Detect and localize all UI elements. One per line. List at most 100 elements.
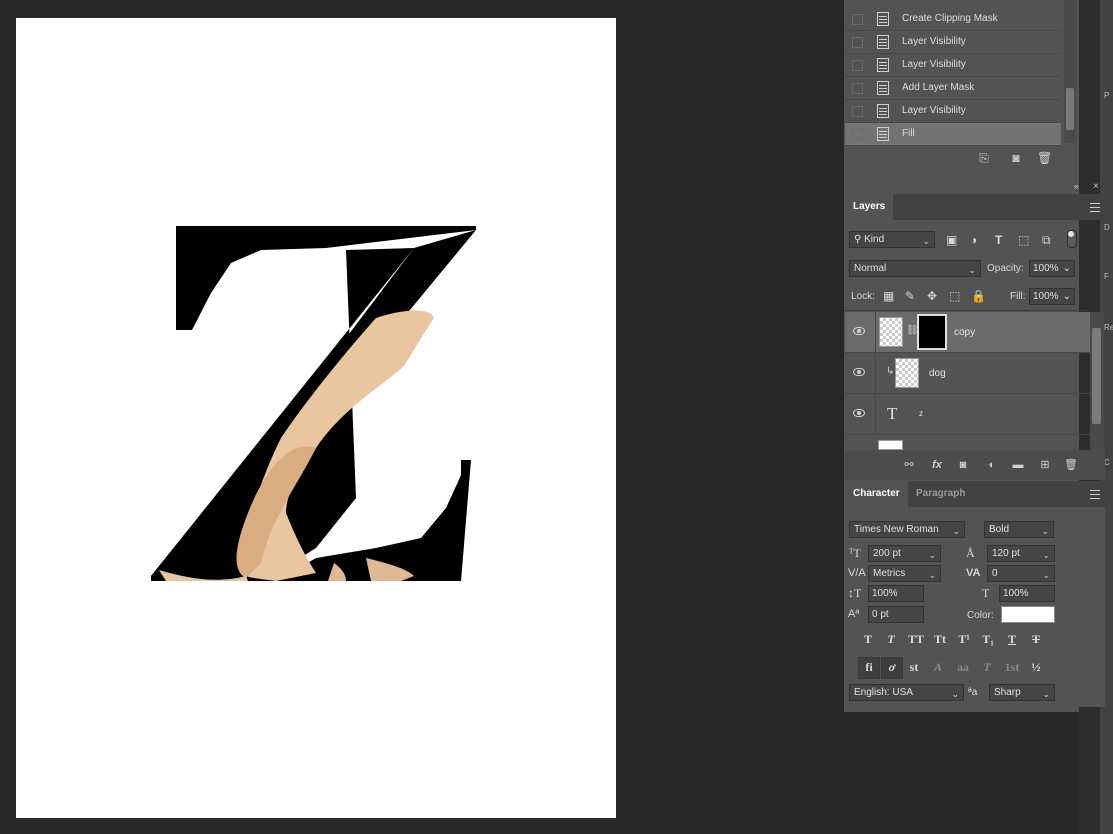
tab-character[interactable]: Character: [845, 481, 908, 507]
font-style-select[interactable]: Bold ⌄: [984, 521, 1054, 538]
collapse-icon[interactable]: «: [1074, 181, 1079, 191]
history-item-selected[interactable]: Fill: [845, 123, 1061, 146]
layer-row-z[interactable]: T z: [845, 394, 1090, 435]
anti-alias-select[interactable]: Sharp ⌄: [989, 684, 1055, 701]
tracking-field[interactable]: 0 ⌄: [987, 565, 1055, 582]
pixel-filter-icon[interactable]: ▣: [946, 233, 957, 247]
titling-alternates-button[interactable]: aa: [952, 658, 974, 676]
close-icon[interactable]: ×: [1093, 181, 1099, 192]
layer-filter-kind[interactable]: ⚲ Kind ⌄: [849, 231, 935, 248]
layer-mask-thumbnail[interactable]: [917, 314, 947, 350]
baseline-shift-field[interactable]: 0 pt: [868, 606, 924, 623]
adjustment-filter-icon[interactable]: ◑: [970, 233, 977, 247]
faux-italic-button[interactable]: T: [882, 630, 900, 648]
font-family-select[interactable]: Times New Roman ⌄: [849, 521, 965, 538]
document-canvas[interactable]: [16, 18, 616, 818]
chevron-down-icon: ⌄: [1041, 526, 1049, 536]
layer-thumbnail[interactable]: [895, 358, 919, 388]
tab-layers[interactable]: Layers: [845, 194, 894, 220]
layer-row-dog[interactable]: ↳ dog: [845, 353, 1090, 394]
font-size-field[interactable]: 200 pt ⌄: [868, 545, 941, 562]
panel-menu-icon[interactable]: [1090, 203, 1100, 212]
history-item[interactable]: Add Layer Mask: [845, 77, 1061, 100]
superscript-button[interactable]: T¹: [953, 630, 975, 648]
snapshot-camera-icon[interactable]: ◙: [1009, 151, 1023, 165]
kerning-select[interactable]: Metrics ⌄: [868, 565, 941, 582]
history-checkbox[interactable]: [852, 37, 863, 48]
ligatures-button[interactable]: fi: [858, 657, 880, 679]
horizontal-scale-icon: T: [982, 586, 990, 600]
add-mask-icon[interactable]: ◙: [956, 458, 970, 472]
history-item[interactable]: Layer Visibility: [845, 100, 1061, 123]
history-item[interactable]: Layer Visibility: [845, 54, 1061, 77]
language-select[interactable]: English: USA ⌄: [849, 684, 964, 701]
fill-field[interactable]: 100% ⌄: [1029, 288, 1075, 305]
layer-name[interactable]: dog: [929, 368, 946, 379]
artboard-lock-icon[interactable]: ⬚: [949, 289, 960, 303]
lock-all-icon[interactable]: 🔒: [971, 289, 986, 303]
group-folder-icon[interactable]: ▬: [1011, 458, 1025, 472]
history-checkbox[interactable]: [852, 60, 863, 71]
blend-mode-select[interactable]: Normal ⌄: [849, 260, 981, 277]
all-caps-button[interactable]: TT: [904, 630, 928, 648]
adjustment-layer-icon[interactable]: ◐: [985, 458, 999, 472]
swash-button[interactable]: A: [929, 658, 947, 676]
layer-thumbnail[interactable]: [879, 317, 903, 347]
fractions-button[interactable]: ½: [1027, 658, 1045, 676]
strikethrough-button[interactable]: T: [1027, 630, 1045, 648]
layer-name[interactable]: copy: [954, 327, 975, 338]
leading-field[interactable]: 120 pt ⌄: [987, 545, 1055, 562]
history-checkbox[interactable]: [852, 129, 863, 140]
ornaments-button[interactable]: T: [978, 658, 996, 676]
horizontal-scale-field[interactable]: 100%: [999, 585, 1055, 602]
tab-paragraph[interactable]: Paragraph: [910, 481, 971, 507]
new-document-from-state-icon[interactable]: ⎘: [977, 151, 991, 165]
trash-icon[interactable]: 🗑: [1064, 458, 1078, 472]
trash-icon[interactable]: 🗑: [1037, 151, 1052, 165]
subscript-button[interactable]: T₁: [977, 630, 999, 648]
chevron-down-icon: ⌄: [928, 550, 936, 560]
layer-row-copy[interactable]: ⛓ copy: [845, 312, 1090, 353]
history-checkbox[interactable]: [852, 83, 863, 94]
smart-object-filter-icon[interactable]: ⧉: [1042, 233, 1051, 247]
alternate-ligatures-button[interactable]: ơ: [881, 657, 903, 679]
opacity-field[interactable]: 100% ⌄: [1029, 260, 1075, 277]
layers-scroll-thumb[interactable]: [1092, 328, 1101, 424]
history-item[interactable]: Layer Visibility: [845, 31, 1061, 54]
dock-label: D: [1104, 223, 1110, 232]
layer-name[interactable]: z: [919, 409, 923, 418]
new-layer-icon[interactable]: ⊞: [1038, 458, 1052, 472]
underline-button[interactable]: T: [1003, 630, 1021, 648]
history-step-icon: [877, 58, 889, 72]
history-scroll-thumb[interactable]: [1066, 88, 1074, 130]
chevron-down-icon: ⌄: [1062, 291, 1071, 302]
kerning-icon: V/A: [848, 567, 866, 579]
lock-transparent-pixels-icon[interactable]: ▦: [883, 289, 894, 303]
small-caps-button[interactable]: Tt: [929, 630, 951, 648]
lock-position-icon[interactable]: ✥: [927, 289, 937, 303]
history-item[interactable]: Create Clipping Mask: [845, 8, 1061, 31]
text-color-swatch[interactable]: [1001, 606, 1055, 623]
type-filter-icon[interactable]: T: [995, 233, 1002, 247]
link-layers-icon[interactable]: ⚯: [902, 458, 916, 472]
divider: [875, 394, 876, 434]
dock-label: P: [1104, 91, 1110, 100]
eye-icon[interactable]: [853, 368, 865, 376]
history-checkbox[interactable]: [852, 14, 863, 25]
faux-bold-button[interactable]: T: [859, 630, 877, 648]
vertical-scale-field[interactable]: 100%: [868, 585, 924, 602]
history-checkbox[interactable]: [852, 106, 863, 117]
panel-menu-icon[interactable]: [1090, 490, 1100, 499]
background-layer-thumbnail[interactable]: [878, 440, 903, 450]
font-size-value: 200 pt: [873, 548, 901, 559]
horizontal-scale-value: 100%: [1003, 588, 1029, 599]
shape-filter-icon[interactable]: ⬚: [1018, 233, 1029, 247]
ordinals-button[interactable]: 1st: [1001, 658, 1023, 676]
stylistic-alternates-button[interactable]: st: [905, 658, 923, 676]
fx-icon[interactable]: fx: [930, 458, 944, 472]
tracking-icon: VA: [966, 567, 981, 579]
lock-image-pixels-icon[interactable]: ✎: [905, 289, 915, 303]
opacity-value: 100%: [1033, 263, 1059, 274]
eye-icon[interactable]: [853, 327, 865, 335]
eye-icon[interactable]: [853, 409, 865, 417]
